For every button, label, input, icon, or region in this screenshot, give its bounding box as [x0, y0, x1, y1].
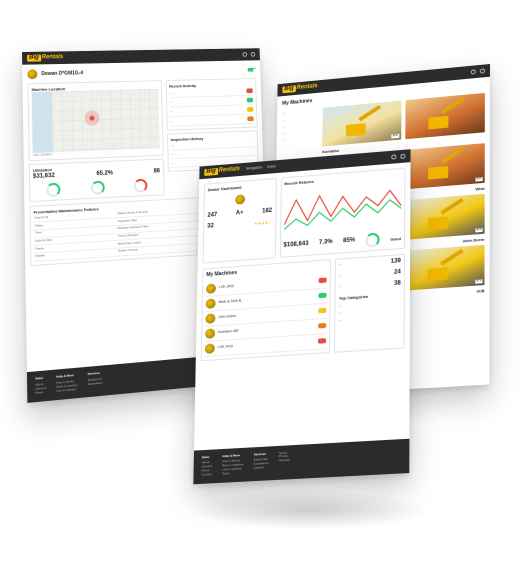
status-label: Good — [390, 236, 401, 242]
machine-name: John Deere — [462, 237, 484, 244]
progress-ring — [91, 181, 105, 195]
rating-stars: ★★★★☆ — [254, 220, 272, 226]
machine-thumbnail — [206, 283, 216, 294]
machine-card[interactable] — [405, 92, 485, 138]
machine-name: LXK 2402 — [219, 279, 316, 290]
bell-icon[interactable] — [251, 52, 256, 57]
logo-big: Big — [27, 54, 41, 62]
footer-link[interactable]: Loaders — [253, 466, 268, 471]
dealer-heading: Dealer Dashboard — [208, 182, 273, 192]
footer-heading: Sales — [35, 377, 46, 382]
footer-heading: Services — [254, 452, 269, 457]
page-dealer-dashboard: Big Rentals Navigation Sales Dealer Dashb… — [193, 149, 410, 484]
machine-name: Komatsu 46F — [218, 324, 315, 335]
stat-value: 85% — [343, 238, 355, 247]
location-map[interactable] — [32, 89, 160, 153]
footer-link[interactable]: Sitemap — [279, 459, 290, 464]
user-icon[interactable] — [471, 69, 476, 74]
returns-line-chart — [284, 180, 402, 237]
logo-big: Big — [204, 168, 218, 177]
machine-thumbnail — [205, 313, 215, 324]
footer-link[interactable]: Sales — [222, 472, 243, 477]
rating-count: 32 — [207, 223, 214, 231]
machine-thumbnail — [205, 328, 215, 339]
customer-title: Dewan D*GM1G-4 — [41, 70, 83, 77]
stat-value: 38 — [394, 280, 401, 288]
status-badge — [318, 293, 327, 299]
logo-rentals: Rentals — [296, 83, 317, 92]
footer-heading: Help & More — [222, 454, 243, 459]
machine-card[interactable]: $90 — [322, 100, 401, 146]
footer-heading: Sales — [202, 455, 213, 460]
machine-name: Wiwi — [475, 185, 484, 191]
showcase-stage: Big Rentals Dewan D*GM1G-4 Machine Locati… — [0, 0, 530, 579]
brand-logo[interactable]: Big Rentals — [204, 166, 240, 177]
status-badge — [318, 278, 327, 284]
stat-value: 24 — [394, 269, 401, 277]
stat-value: 86 — [154, 168, 161, 176]
price-badge: $55 — [475, 228, 482, 232]
machine-thumbnail — [205, 343, 215, 354]
progress-ring — [134, 179, 148, 193]
status-badge — [318, 308, 327, 314]
price-badge: $90 — [392, 134, 399, 138]
machine-card[interactable]: $55 — [404, 194, 485, 240]
stat-value: $31,632 — [33, 173, 55, 182]
nav-link[interactable]: Navigation — [246, 166, 262, 172]
nav-link[interactable]: Sales — [267, 164, 276, 169]
brand-logo[interactable]: Big Rentals — [282, 83, 317, 94]
price-badge: $70 — [475, 279, 482, 283]
footer-link[interactable]: List a machine — [57, 388, 78, 394]
machine-name: JCB — [476, 288, 484, 294]
machine-name: LXK 2410 — [218, 339, 315, 350]
status-badge — [247, 107, 253, 112]
brand-logo[interactable]: Big Rentals — [27, 54, 63, 62]
series-line-green — [284, 199, 401, 230]
progress-ring — [366, 233, 380, 248]
price-badge: $45 — [476, 177, 483, 181]
floor-shadow — [190, 490, 430, 530]
bell-icon[interactable] — [400, 154, 405, 159]
user-icon[interactable] — [391, 154, 396, 159]
machine-name: Komatsu — [322, 147, 339, 153]
footer: Sales About Careers Press Contact Help &… — [193, 438, 409, 484]
status-badge — [246, 89, 252, 94]
bell-icon[interactable] — [480, 68, 485, 73]
status-toggle[interactable] — [248, 68, 256, 72]
progress-ring — [46, 183, 60, 198]
map-pin-icon — [90, 116, 95, 121]
footer-link[interactable]: Excavators — [88, 382, 103, 387]
footer-link[interactable]: Contact — [201, 473, 212, 478]
machine-card[interactable]: $45 — [404, 143, 484, 189]
logo-big: Big — [282, 85, 295, 94]
stat-value: 182 — [262, 208, 272, 216]
stat-value: $108,843 — [283, 241, 308, 251]
status-badge — [318, 338, 327, 344]
user-icon[interactable] — [242, 52, 247, 57]
machine-name: Beck & Seth B. — [219, 294, 316, 305]
machine-name: John Deere — [218, 309, 315, 320]
logo-rentals: Rentals — [219, 166, 240, 175]
stat-value: 65.2% — [96, 170, 113, 178]
status-badge — [318, 323, 327, 329]
machine-thumbnail — [206, 298, 216, 309]
stat-value: 7.3% — [319, 239, 333, 248]
avatar — [27, 69, 37, 79]
logo-rentals: Rentals — [42, 54, 64, 62]
machine-card[interactable]: $70 — [404, 245, 485, 291]
status-badge — [247, 98, 253, 103]
stat-value: 247 — [207, 213, 217, 221]
series-line-red — [284, 190, 401, 225]
dealer-avatar — [235, 194, 245, 205]
status-badge — [247, 116, 253, 121]
footer-link[interactable]: Press — [35, 391, 46, 396]
stat-value: 139 — [391, 258, 401, 267]
stat-value: A+ — [236, 210, 244, 218]
